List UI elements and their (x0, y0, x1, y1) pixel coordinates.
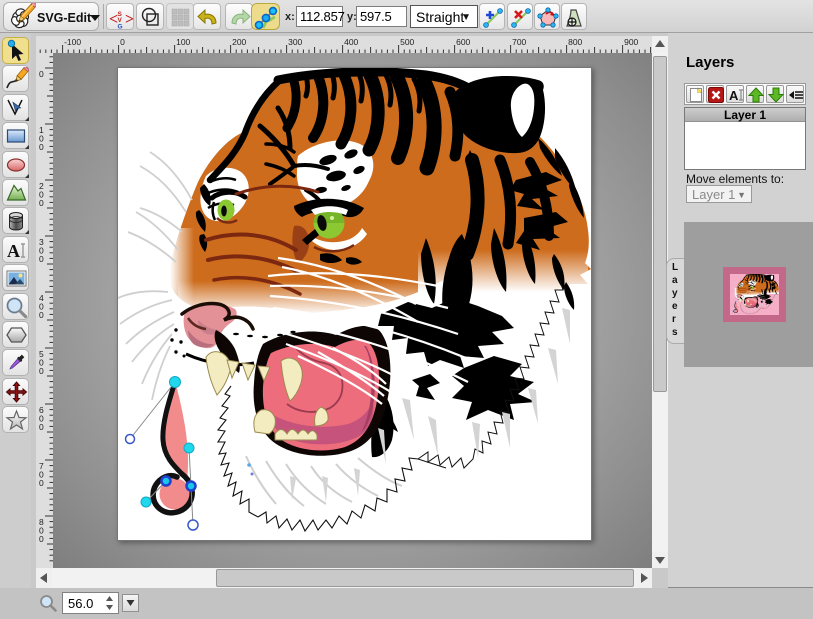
svg-text:900: 900 (624, 37, 638, 47)
svg-text:200: 200 (232, 37, 246, 47)
svg-text:0: 0 (39, 310, 44, 320)
svg-text:0: 0 (120, 37, 125, 47)
svg-text:0: 0 (39, 198, 44, 208)
svg-text:400: 400 (344, 37, 358, 47)
svg-text:A: A (729, 88, 739, 103)
svg-text:0: 0 (39, 69, 44, 79)
svg-text:0: 0 (39, 422, 44, 432)
svg-text:0: 0 (39, 254, 44, 264)
svg-text:0: 0 (39, 478, 44, 488)
svg-text:0: 0 (39, 366, 44, 376)
svg-text:A: A (7, 241, 20, 261)
svg-text:800: 800 (568, 37, 582, 47)
svg-text:100: 100 (176, 37, 190, 47)
svg-text:500: 500 (400, 37, 414, 47)
svg-text:300: 300 (288, 37, 302, 47)
svg-text:0: 0 (39, 142, 44, 152)
svg-text:G: G (118, 24, 123, 31)
svg-text:600: 600 (456, 37, 470, 47)
svg-text:>: > (125, 11, 134, 28)
svg-text:-100: -100 (64, 37, 81, 47)
svg-text:0: 0 (39, 534, 44, 544)
svg-text:700: 700 (512, 37, 526, 47)
